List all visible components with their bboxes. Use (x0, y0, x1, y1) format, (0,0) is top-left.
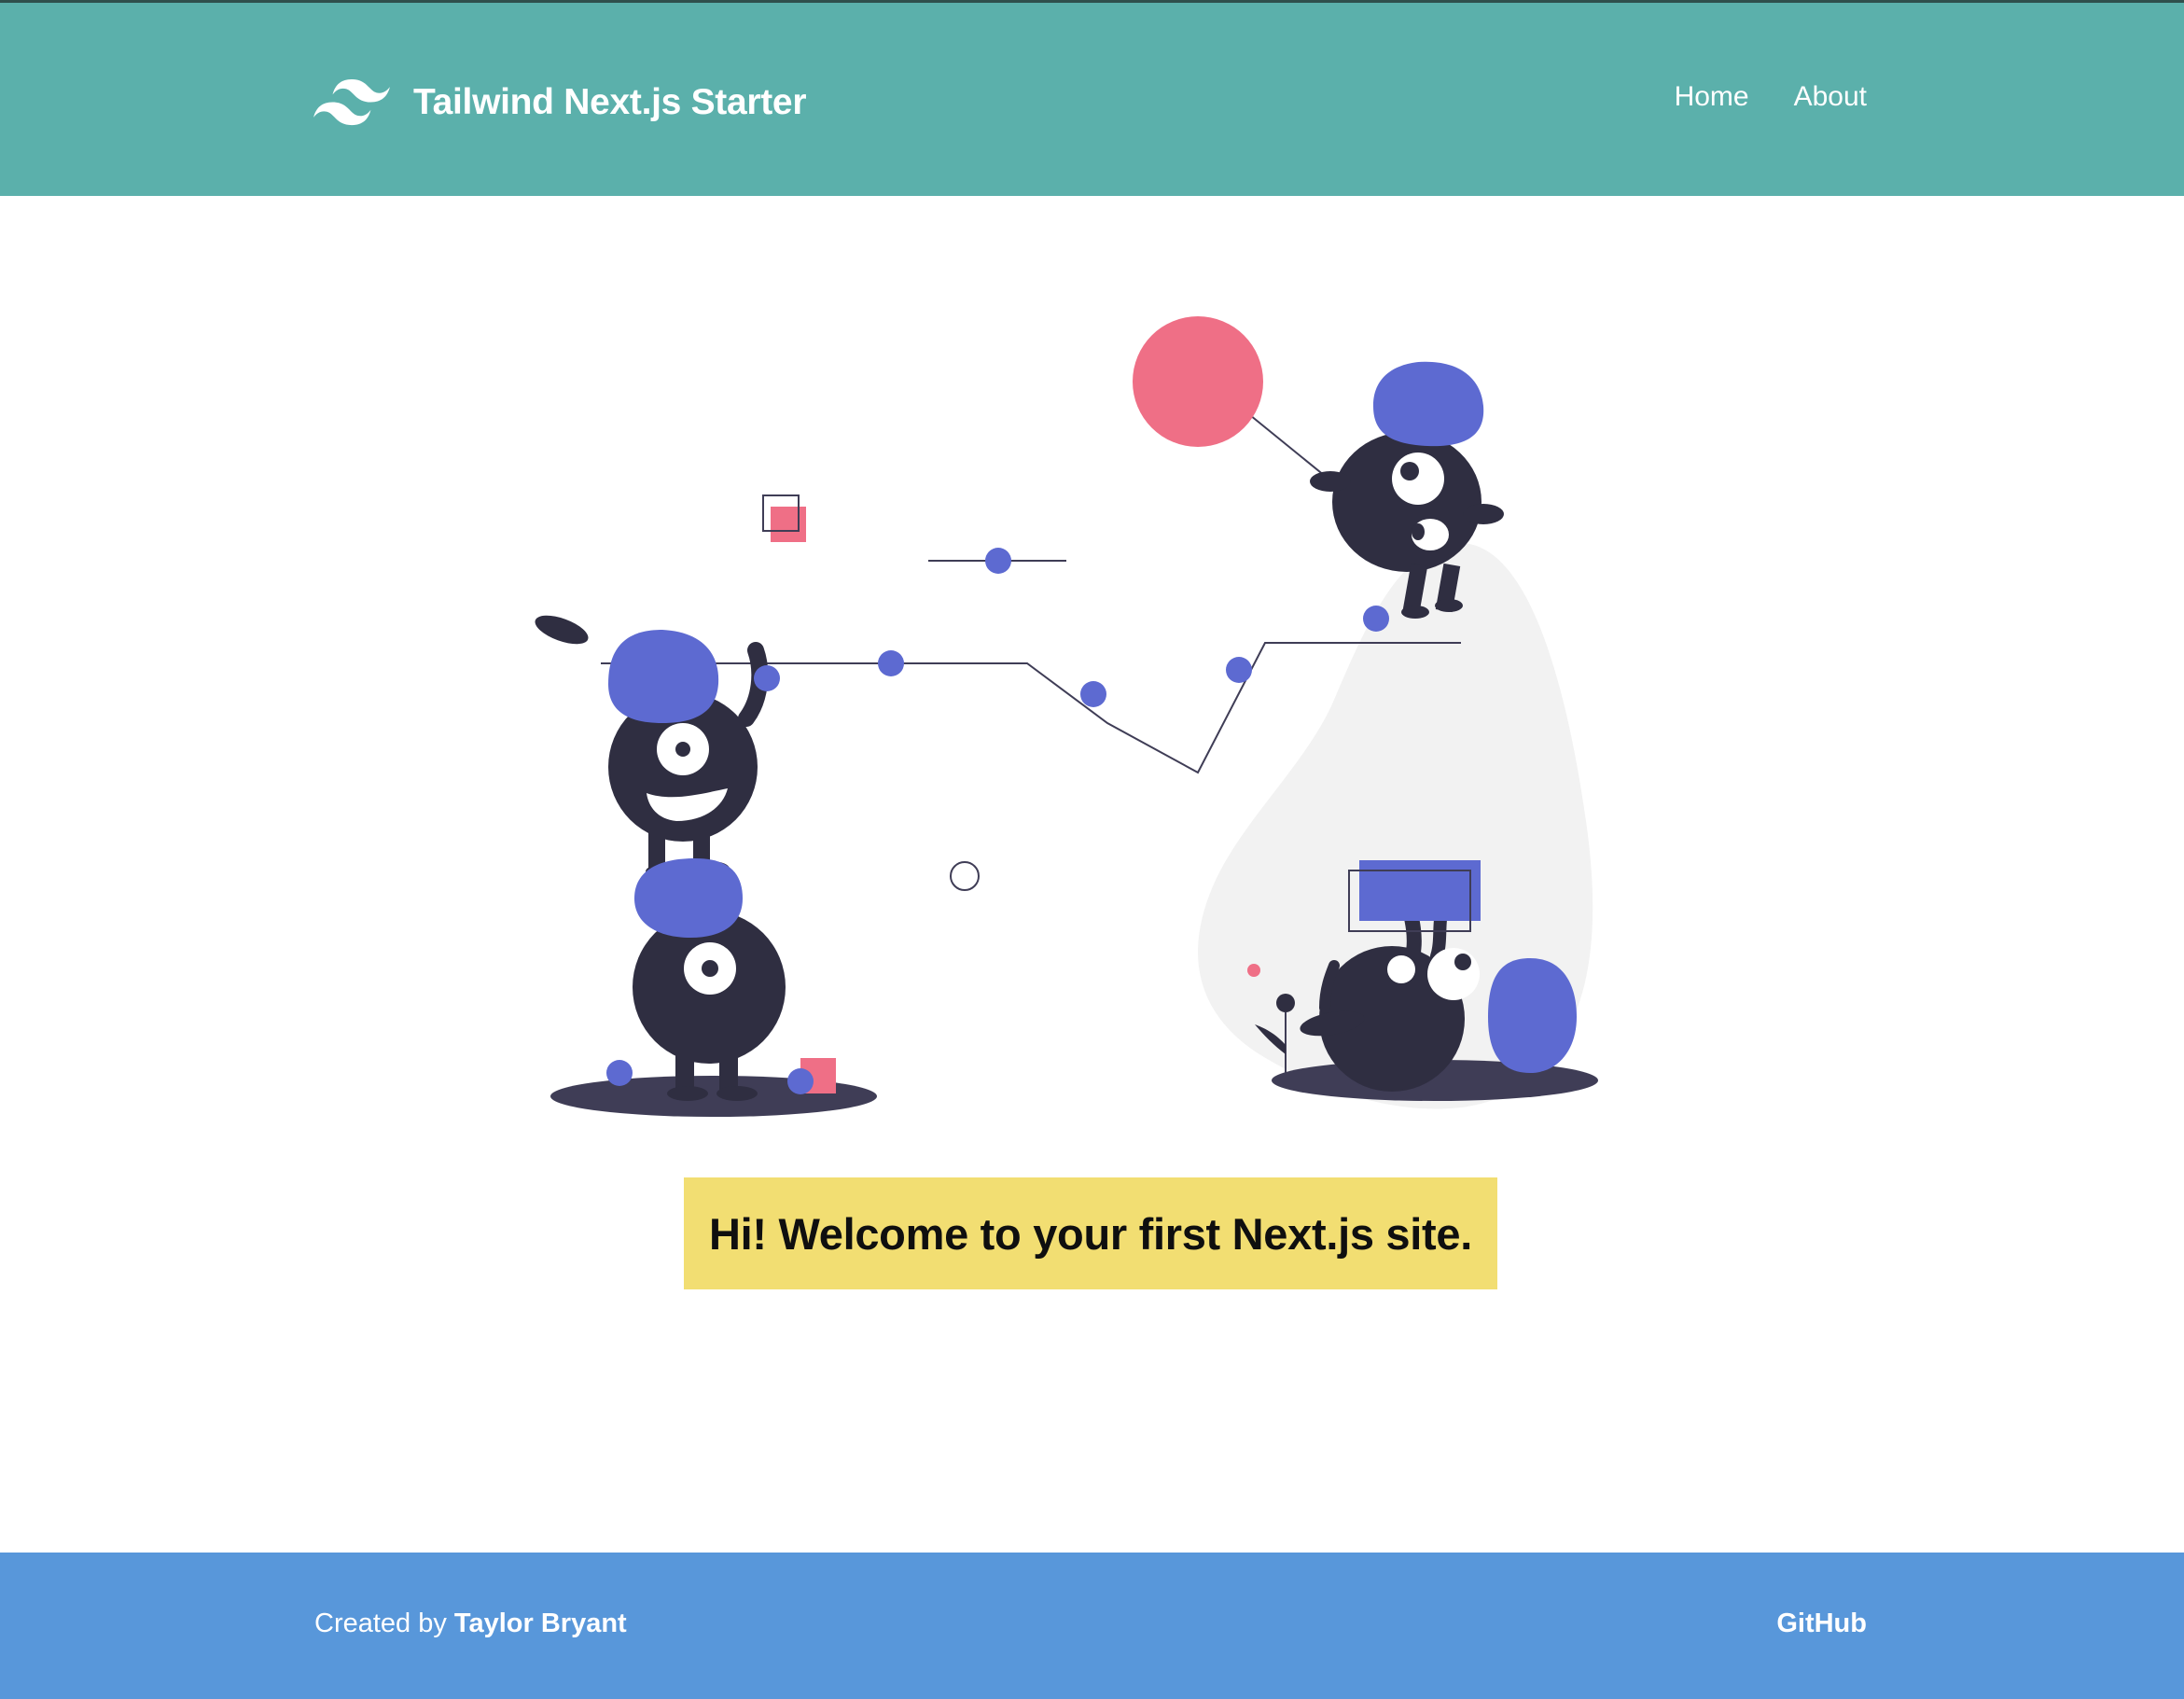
welcome-heading: Hi! Welcome to your first Next.js site. (709, 1208, 1472, 1259)
created-by-prefix: Created by (314, 1608, 454, 1638)
line-dot (878, 650, 904, 676)
line-dot (1363, 606, 1389, 632)
balloon-string (1249, 414, 1326, 477)
monsters-playing-illustration (535, 316, 1598, 1117)
author-link[interactable]: Taylor Bryant (454, 1608, 627, 1638)
monster-bottom-left (606, 858, 836, 1101)
brand-link[interactable]: Tailwind Next.js Starter (313, 73, 807, 132)
line-dot (1080, 681, 1106, 707)
outline-circle (950, 861, 980, 891)
line-dot (1226, 657, 1252, 683)
nav-about-link[interactable]: About (1794, 81, 1867, 113)
brand-title: Tailwind Next.js Starter (413, 82, 807, 122)
balloon (1133, 316, 1263, 447)
tailwind-logo-icon (313, 79, 390, 126)
footer-credit: Created by Taylor Bryant (314, 1608, 627, 1639)
site-header: Tailwind Next.js Starter Home About (0, 0, 2184, 196)
line-dot (985, 548, 1011, 574)
monster-top-left (535, 615, 780, 879)
welcome-banner: Hi! Welcome to your first Next.js site. (684, 1177, 1497, 1289)
github-link[interactable]: GitHub (1776, 1608, 1867, 1639)
page: Tailwind Next.js Starter Home About Hi! … (0, 0, 2184, 1699)
site-footer: Created by Taylor Bryant GitHub (0, 1553, 2184, 1699)
nav-home-link[interactable]: Home (1675, 81, 1749, 113)
pink-square (771, 507, 806, 542)
main-nav: Home About (1675, 81, 1867, 113)
